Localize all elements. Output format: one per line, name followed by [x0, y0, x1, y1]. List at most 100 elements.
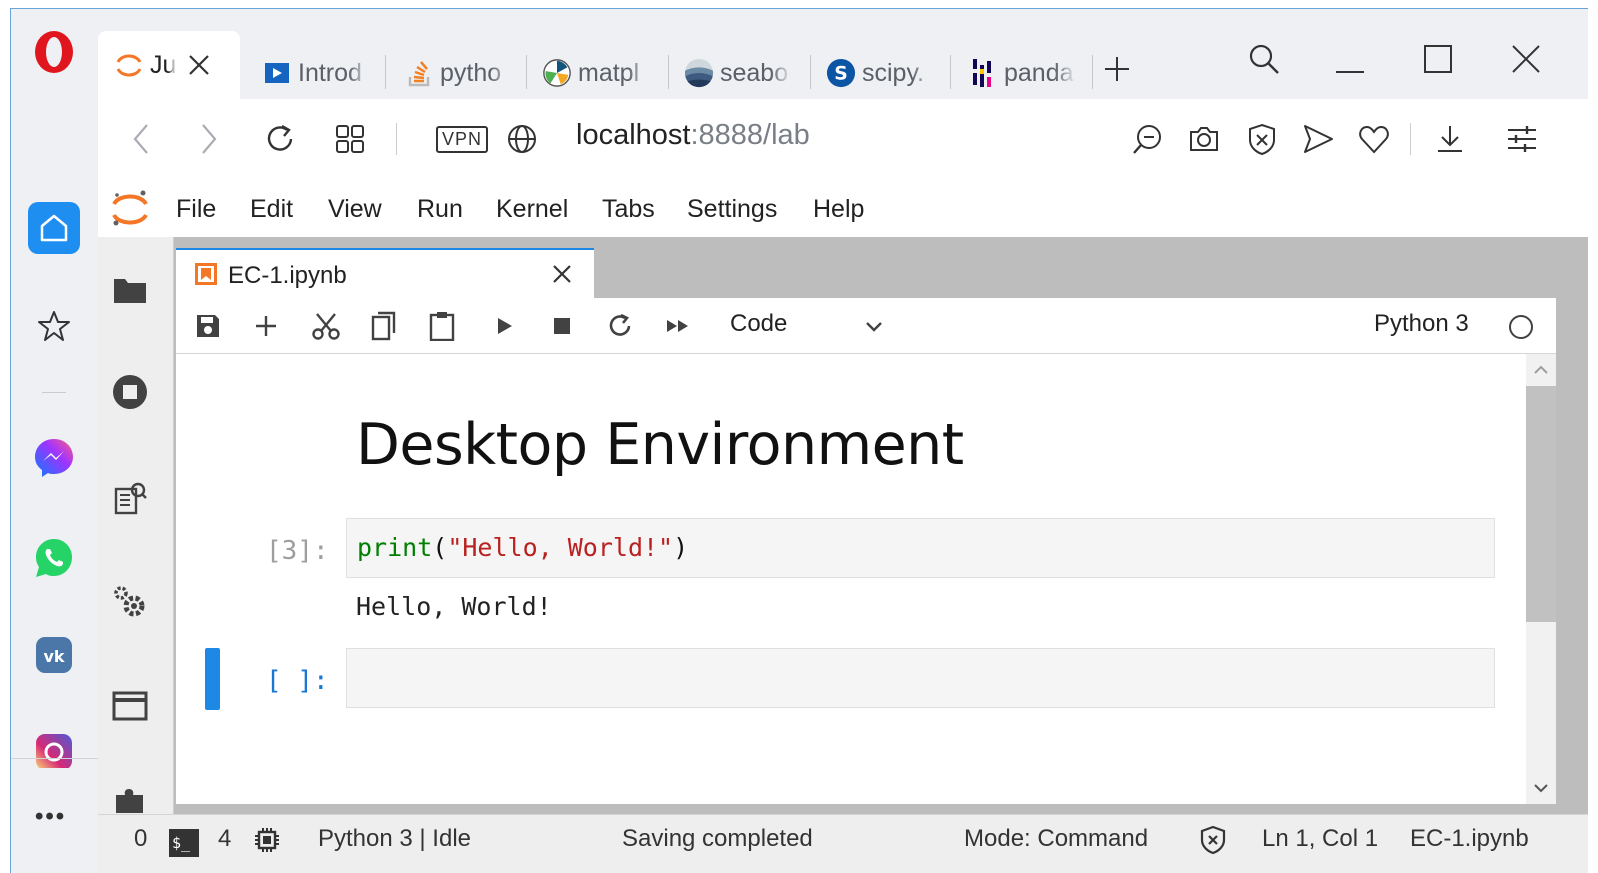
send-icon[interactable] — [1300, 121, 1336, 157]
download-icon[interactable] — [1432, 121, 1468, 157]
tab-divider — [385, 55, 386, 89]
extension-manager-puzzle-icon[interactable] — [111, 785, 149, 813]
save-icon[interactable] — [192, 310, 224, 342]
address-bar: VPN localhost:8888/lab — [98, 99, 1588, 179]
url-field[interactable]: localhost:8888/lab — [576, 119, 810, 152]
scroll-up-arrow-icon[interactable] — [1531, 360, 1551, 380]
close-window-icon[interactable] — [1506, 39, 1546, 79]
run-cell-play-icon[interactable] — [488, 310, 520, 342]
address-divider — [396, 123, 397, 155]
menu-run[interactable]: Run — [417, 195, 463, 224]
menu-file[interactable]: File — [176, 195, 216, 224]
close-notebook-icon[interactable] — [548, 260, 576, 288]
tab-divider — [810, 55, 811, 89]
video-icon — [262, 58, 292, 88]
easy-setup-icon[interactable] — [1504, 121, 1540, 157]
cell-output: Hello, World! — [356, 592, 552, 621]
notebook-toolbar: Code Python 3 — [176, 298, 1556, 354]
sidebar-divider — [42, 392, 66, 393]
tab-scipy[interactable]: S scipy. — [826, 53, 934, 93]
tab-pandas[interactable]: panda — [968, 53, 1076, 93]
speed-dial-grid-icon[interactable] — [332, 121, 368, 157]
code-paren: ) — [673, 533, 689, 562]
cut-scissors-icon[interactable] — [310, 310, 342, 342]
menu-kernel[interactable]: Kernel — [496, 195, 568, 224]
adblock-icon[interactable] — [1244, 121, 1280, 157]
add-cell-plus-icon[interactable] — [250, 310, 282, 342]
tab-divider — [526, 55, 527, 89]
instagram-icon[interactable] — [28, 727, 80, 769]
more-options-icon[interactable]: ••• — [35, 803, 66, 831]
tab-python-stackoverflow[interactable]: pytho — [404, 53, 512, 93]
stackoverflow-icon — [404, 58, 434, 88]
cell-type-select[interactable]: Code — [730, 310, 787, 338]
forward-icon[interactable] — [190, 121, 226, 157]
cursor-position[interactable]: Ln 1, Col 1 — [1262, 825, 1378, 853]
empty-code-cell-editor[interactable] — [346, 648, 1495, 708]
address-divider — [1410, 123, 1411, 155]
notebook-tab[interactable]: EC-1.ipynb — [176, 248, 594, 298]
desktop-frame: vk ••• Jupyter Introd — [0, 0, 1598, 873]
vpn-badge[interactable]: VPN — [434, 121, 490, 157]
markdown-heading: Desktop Environment — [356, 412, 964, 478]
active-cell-indicator — [205, 648, 220, 710]
restart-kernel-icon[interactable] — [604, 310, 636, 342]
menu-help[interactable]: Help — [813, 195, 864, 224]
whatsapp-icon[interactable] — [28, 532, 80, 584]
kernel-status-text[interactable]: Python 3 | Idle — [318, 825, 471, 853]
status-bar: 0 $_ 4 Python 3 | Idle Saving completed … — [98, 814, 1588, 873]
opera-sidebar: vk — [11, 9, 98, 873]
scrollbar-thumb[interactable] — [1526, 386, 1556, 622]
snapshot-camera-icon[interactable] — [1186, 121, 1222, 157]
messenger-icon[interactable] — [28, 432, 80, 484]
tab-label: pytho — [440, 58, 502, 87]
jupyter-icon — [114, 50, 144, 80]
new-tab-button[interactable] — [1102, 53, 1132, 93]
vk-icon[interactable]: vk — [28, 629, 80, 681]
opera-logo-icon[interactable] — [32, 30, 76, 74]
tab-introduction[interactable]: Introd — [262, 53, 370, 93]
code-cell-editor[interactable]: print("Hello, World!") — [346, 518, 1495, 578]
heart-icon[interactable] — [1356, 121, 1392, 157]
notebook-tab-label: EC-1.ipynb — [228, 262, 347, 289]
home-icon[interactable] — [28, 202, 80, 254]
sidebar-bottom-divider — [11, 758, 98, 759]
maximize-icon[interactable] — [1418, 39, 1458, 79]
commands-palette-icon[interactable] — [111, 479, 149, 517]
open-tabs-icon[interactable] — [111, 687, 149, 725]
reload-icon[interactable] — [262, 121, 298, 157]
interrupt-stop-icon[interactable] — [546, 310, 578, 342]
status-count-terminals[interactable]: 4 — [218, 825, 231, 853]
tab-seaborn[interactable]: seabo — [684, 53, 792, 93]
copy-icon[interactable] — [368, 310, 400, 342]
menu-view[interactable]: View — [328, 195, 382, 224]
menu-edit[interactable]: Edit — [250, 195, 293, 224]
shield-x-icon[interactable] — [1198, 825, 1228, 855]
property-inspector-gears-icon[interactable] — [111, 583, 149, 621]
paste-clipboard-icon[interactable] — [426, 310, 458, 342]
run-all-fast-forward-icon[interactable] — [662, 310, 694, 342]
chevron-down-icon[interactable] — [860, 312, 888, 340]
running-kernels-icon[interactable] — [111, 373, 149, 411]
menu-settings[interactable]: Settings — [687, 195, 777, 224]
tab-label: seabo — [720, 58, 789, 87]
mode-indicator[interactable]: Mode: Command — [964, 825, 1148, 853]
seaborn-icon — [684, 58, 714, 88]
search-tabs-icon[interactable] — [1244, 39, 1284, 79]
status-filename: EC-1.ipynb — [1410, 825, 1529, 852]
notebook-file-icon — [195, 263, 217, 285]
status-count-kernels[interactable]: 0 — [134, 825, 147, 853]
tab-matplotlib[interactable]: matpl — [542, 53, 650, 93]
scroll-down-arrow-icon[interactable] — [1531, 778, 1551, 798]
bookmarks-star-icon[interactable] — [28, 300, 80, 352]
back-icon[interactable] — [124, 121, 160, 157]
tab-jupyter[interactable]: Jupyter — [98, 31, 240, 99]
close-tab-icon[interactable] — [186, 52, 212, 78]
menu-tabs[interactable]: Tabs — [602, 195, 655, 224]
minimize-icon[interactable] — [1330, 39, 1370, 79]
code-line: print("Hello, World!") — [357, 533, 688, 562]
code-string: "Hello, World!" — [447, 533, 674, 562]
zoom-out-icon[interactable] — [1130, 121, 1166, 157]
kernel-name[interactable]: Python 3 — [1374, 310, 1469, 338]
file-browser-folder-icon[interactable] — [111, 271, 149, 309]
